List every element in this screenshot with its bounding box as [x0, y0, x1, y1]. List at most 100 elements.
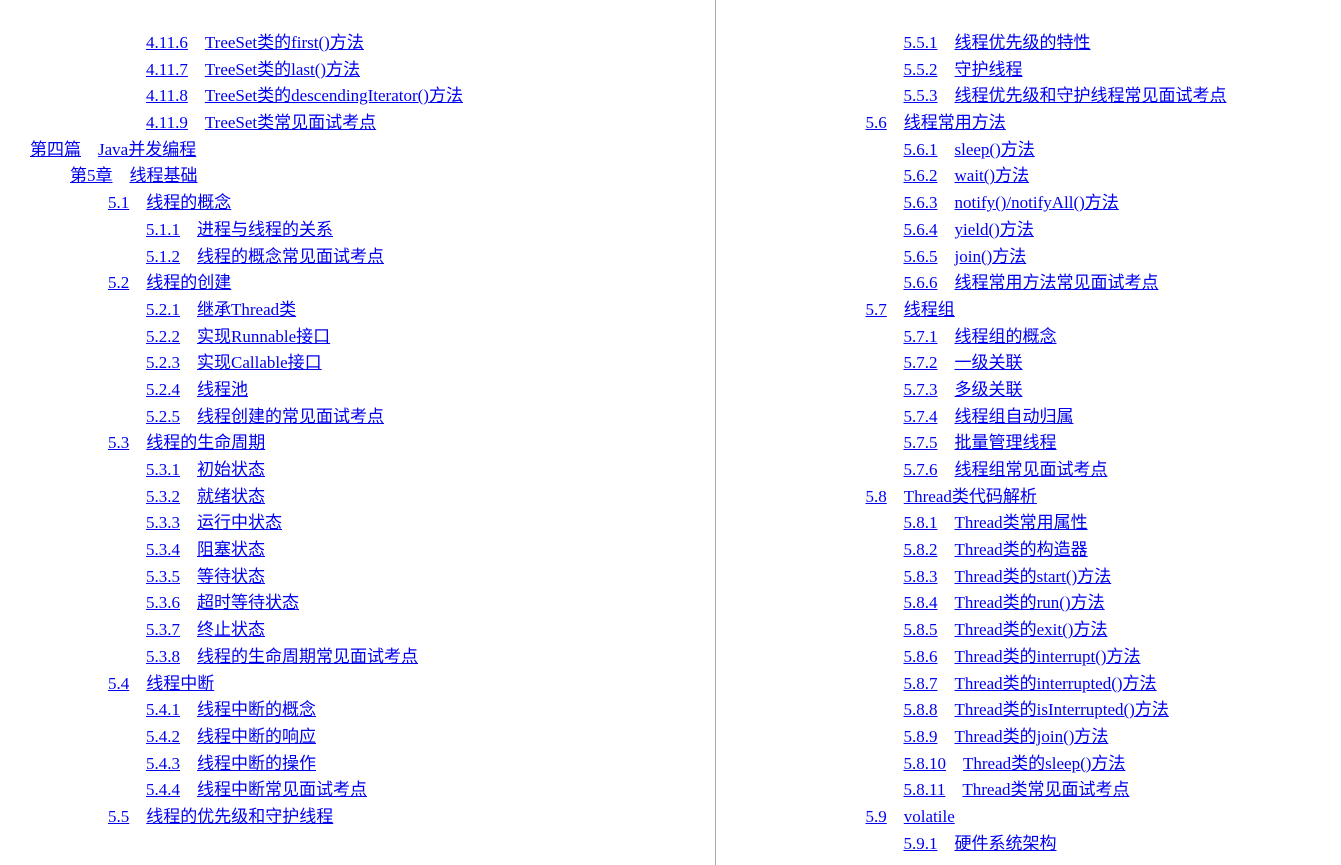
toc-link[interactable]: 4.11.7TreeSet类的last()方法	[146, 60, 360, 79]
toc-link[interactable]: 5.8.8Thread类的isInterrupted()方法	[904, 700, 1169, 719]
toc-link[interactable]: 5.7.3多级关联	[904, 380, 1023, 399]
toc-entry: 5.8.11Thread类常见面试考点	[701, 777, 1302, 804]
toc-link[interactable]: 5.3.3运行中状态	[146, 513, 282, 532]
toc-title: Thread类的start()方法	[955, 567, 1112, 586]
toc-entry: 5.6.1sleep()方法	[701, 137, 1302, 164]
toc-title: 线程的优先级和守护线程	[146, 807, 333, 826]
toc-entry: 5.2.5线程创建的常见面试考点	[30, 404, 631, 431]
toc-link[interactable]: 第5章线程基础	[70, 166, 198, 185]
toc-link[interactable]: 5.4线程中断	[108, 674, 214, 693]
toc-entry: 5.2.3实现Callable接口	[30, 350, 631, 377]
toc-link[interactable]: 5.5.3线程优先级和守护线程常见面试考点	[904, 86, 1227, 105]
toc-link[interactable]: 5.3.7终止状态	[146, 620, 265, 639]
toc-link[interactable]: 5.1.2线程的概念常见面试考点	[146, 247, 384, 266]
toc-link[interactable]: 5.3.8线程的生命周期常见面试考点	[146, 647, 418, 666]
toc-link[interactable]: 5.1.1进程与线程的关系	[146, 220, 333, 239]
toc-number: 5.5.2	[904, 60, 938, 79]
toc-link[interactable]: 5.8.11Thread类常见面试考点	[904, 780, 1130, 799]
toc-link[interactable]: 5.6.1sleep()方法	[904, 140, 1035, 159]
toc-link[interactable]: 5.5.1线程优先级的特性	[904, 33, 1091, 52]
toc-link[interactable]: 4.11.8TreeSet类的descendingIterator()方法	[146, 86, 463, 105]
toc-link[interactable]: 5.6.2wait()方法	[904, 166, 1030, 185]
toc-link[interactable]: 5.4.1线程中断的概念	[146, 700, 316, 719]
toc-title: Thread类常用属性	[955, 513, 1088, 532]
toc-number: 5.8	[866, 487, 887, 506]
toc-link[interactable]: 5.6.4yield()方法	[904, 220, 1034, 239]
toc-entry: 5.7.5批量管理线程	[701, 430, 1302, 457]
toc-link[interactable]: 5.7.6线程组常见面试考点	[904, 460, 1108, 479]
toc-container: 4.11.6TreeSet类的first()方法 4.11.7TreeSet类的l…	[0, 0, 1341, 865]
toc-link[interactable]: 5.5线程的优先级和守护线程	[108, 807, 333, 826]
toc-entry: 5.8.10Thread类的sleep()方法	[701, 751, 1302, 778]
toc-link[interactable]: 5.2.3实现Callable接口	[146, 353, 322, 372]
toc-number: 第5章	[70, 166, 113, 185]
toc-title: 线程中断的概念	[197, 700, 316, 719]
toc-link[interactable]: 5.8.9Thread类的join()方法	[904, 727, 1109, 746]
toc-link[interactable]: 5.1线程的概念	[108, 193, 231, 212]
toc-link[interactable]: 5.2线程的创建	[108, 273, 231, 292]
toc-link[interactable]: 5.2.4线程池	[146, 380, 248, 399]
toc-link[interactable]: 5.6.3notify()/notifyAll()方法	[904, 193, 1119, 212]
toc-title: Thread类代码解析	[904, 487, 1037, 506]
toc-link[interactable]: 4.11.6TreeSet类的first()方法	[146, 33, 364, 52]
toc-link[interactable]: 5.8.6Thread类的interrupt()方法	[904, 647, 1141, 666]
toc-link[interactable]: 5.5.2守护线程	[904, 60, 1023, 79]
toc-link[interactable]: 5.7.5批量管理线程	[904, 433, 1057, 452]
toc-entry: 5.6.6线程常用方法常见面试考点	[701, 270, 1302, 297]
toc-link[interactable]: 5.3线程的生命周期	[108, 433, 265, 452]
toc-number: 5.3.2	[146, 487, 180, 506]
toc-number: 4.11.7	[146, 60, 188, 79]
toc-link[interactable]: 5.3.1初始状态	[146, 460, 265, 479]
toc-link[interactable]: 5.2.5线程创建的常见面试考点	[146, 407, 384, 426]
toc-link[interactable]: 5.3.2就绪状态	[146, 487, 265, 506]
toc-title: 等待状态	[197, 567, 265, 586]
toc-entry: 5.5线程的优先级和守护线程	[30, 804, 631, 831]
toc-title: Thread类的join()方法	[955, 727, 1109, 746]
toc-title: Thread类的构造器	[955, 540, 1088, 559]
toc-entry: 5.8.8Thread类的isInterrupted()方法	[701, 697, 1302, 724]
toc-link[interactable]: 5.7线程组	[866, 300, 955, 319]
toc-link[interactable]: 5.7.2一级关联	[904, 353, 1023, 372]
toc-link[interactable]: 5.6线程常用方法	[866, 113, 1006, 132]
toc-link[interactable]: 5.4.3线程中断的操作	[146, 754, 316, 773]
toc-entry: 5.4线程中断	[30, 671, 631, 698]
toc-link[interactable]: 5.7.4线程组自动归属	[904, 407, 1074, 426]
toc-link[interactable]: 5.6.6线程常用方法常见面试考点	[904, 273, 1159, 292]
toc-link[interactable]: 5.2.1继承Thread类	[146, 300, 296, 319]
toc-link[interactable]: 5.7.1线程组的概念	[904, 327, 1057, 346]
toc-link[interactable]: 5.3.4阻塞状态	[146, 540, 265, 559]
toc-link[interactable]: 第四篇Java并发编程	[30, 140, 196, 159]
toc-link[interactable]: 5.8.4Thread类的run()方法	[904, 593, 1105, 612]
toc-link[interactable]: 5.8.2Thread类的构造器	[904, 540, 1088, 559]
toc-link[interactable]: 5.4.4线程中断常见面试考点	[146, 780, 367, 799]
toc-number: 5.8.4	[904, 593, 938, 612]
toc-title: 线程常用方法常见面试考点	[955, 273, 1159, 292]
toc-link[interactable]: 4.11.9TreeSet类常见面试考点	[146, 113, 376, 132]
toc-link[interactable]: 5.9volatile	[866, 807, 955, 826]
toc-entry: 5.2.2实现Runnable接口	[30, 324, 631, 351]
toc-link[interactable]: 5.4.2线程中断的响应	[146, 727, 316, 746]
toc-link[interactable]: 5.6.5join()方法	[904, 247, 1027, 266]
toc-entry: 5.8.1 Thread类常用属性	[701, 510, 1302, 537]
toc-number: 5.8.1	[904, 513, 938, 532]
toc-link[interactable]: 5.3.5等待状态	[146, 567, 265, 586]
toc-entry: 5.8.2Thread类的构造器	[701, 537, 1302, 564]
toc-entry: 5.7.2一级关联	[701, 350, 1302, 377]
toc-title: 线程的生命周期	[146, 433, 265, 452]
toc-entry: 5.2线程的创建	[30, 270, 631, 297]
toc-link[interactable]: 5.8.7Thread类的interrupted()方法	[904, 674, 1157, 693]
toc-link[interactable]: 5.8 Thread类代码解析	[866, 487, 1037, 506]
toc-link[interactable]: 5.8.5Thread类的exit()方法	[904, 620, 1108, 639]
toc-entry: 5.1线程的概念	[30, 190, 631, 217]
toc-number: 5.3.6	[146, 593, 180, 612]
toc-entry: 5.9.1硬件系统架构	[701, 831, 1302, 858]
toc-link[interactable]: 5.8.1 Thread类常用属性	[904, 513, 1088, 532]
toc-entry: 第5章线程基础	[30, 163, 631, 190]
toc-link[interactable]: 5.8.3Thread类的start()方法	[904, 567, 1112, 586]
toc-number: 5.7.5	[904, 433, 938, 452]
toc-title: 线程组自动归属	[955, 407, 1074, 426]
toc-link[interactable]: 5.8.10Thread类的sleep()方法	[904, 754, 1126, 773]
toc-link[interactable]: 5.2.2实现Runnable接口	[146, 327, 330, 346]
toc-link[interactable]: 5.3.6超时等待状态	[146, 593, 299, 612]
toc-link[interactable]: 5.9.1硬件系统架构	[904, 834, 1057, 853]
